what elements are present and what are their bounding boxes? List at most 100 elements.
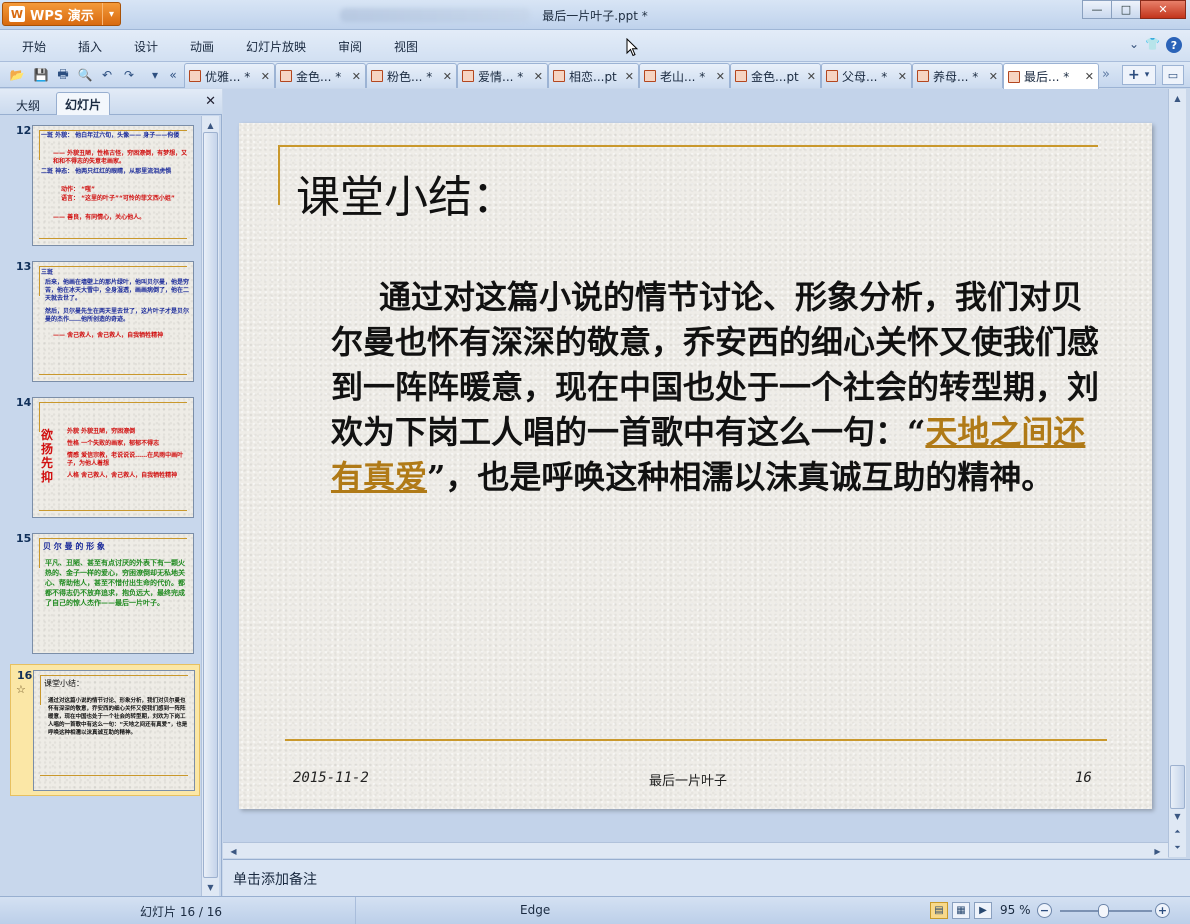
new-tab-button[interactable]: + ▾: [1122, 65, 1156, 85]
close-tab-icon[interactable]: ✕: [443, 70, 452, 83]
doc-tab-label: 老山... *: [660, 69, 706, 84]
customize-toolbar-icon[interactable]: ▾: [146, 66, 164, 84]
maximize-button[interactable]: □: [1111, 0, 1141, 19]
slide-thumbnail-12[interactable]: 12 一斑 外貌： 他白年过六旬，头像—— 身子——佝偻 —— 外貌丑陋，性格古…: [10, 120, 200, 252]
ppt-file-icon: [189, 70, 201, 82]
thumb-title: 课堂小结：: [44, 679, 84, 688]
scrollbar-thumb[interactable]: [1170, 765, 1185, 809]
collapse-ribbon-icon[interactable]: ⌄: [1129, 37, 1139, 53]
scroll-down-icon[interactable]: ▼: [1169, 809, 1186, 823]
close-tab-icon[interactable]: ✕: [1085, 70, 1094, 83]
print-preview-icon[interactable]: 🔍: [76, 66, 94, 84]
zoom-in-icon[interactable]: +: [1155, 903, 1170, 918]
scroll-right-icon[interactable]: ▶: [1149, 844, 1166, 858]
doc-tab[interactable]: 父母... * ✕: [821, 63, 912, 88]
open-folder-icon[interactable]: 📂: [8, 66, 26, 84]
slide-date: 2015-11-2: [293, 770, 369, 786]
save-icon[interactable]: 💾: [32, 66, 50, 84]
thumb-text: —— 舍己救人，舍己救人，自我牺牲精神: [53, 332, 164, 339]
doc-tab[interactable]: 相恋...pt ✕: [548, 63, 639, 88]
slide-counter: 幻灯片 16 / 16: [140, 905, 223, 919]
doc-tab[interactable]: 老山... * ✕: [639, 63, 730, 88]
slide-thumbnail-14[interactable]: 14 欲扬先抑 外貌 外貌丑陋，穷困潦倒 性格 一个失败的画家，郁郁不得志 情感…: [10, 392, 200, 524]
doc-tab[interactable]: 粉色... * ✕: [366, 63, 457, 88]
menu-review[interactable]: 审阅: [338, 38, 362, 55]
tab-outline[interactable]: 大纲: [8, 94, 48, 115]
thumb-rule: [39, 266, 187, 267]
doc-tab-label: 最后... *: [1024, 70, 1070, 84]
doc-tab-active[interactable]: 最后... * ✕: [1003, 63, 1099, 89]
thumb-text: 通过对这篇小说的情节讨论、形象分析，我们对贝尔曼也怀有深深的敬意，乔安西的细心关…: [48, 698, 188, 736]
help-icon[interactable]: ?: [1166, 37, 1182, 53]
close-tab-icon[interactable]: ✕: [534, 70, 543, 83]
thumb-text: 语言： “这里的叶子”“可怜的菲文西小姐”: [61, 195, 175, 202]
tab-slides[interactable]: 幻灯片: [56, 92, 111, 115]
slide-title[interactable]: 课堂小结：: [296, 161, 516, 225]
slide-thumbnail-13[interactable]: 13 三斑 后来，他画在墙壁上的那片绿叶，他叫贝尔曼，他是穷苦，他在冰天大雪中，…: [10, 256, 200, 388]
menu-design[interactable]: 设计: [134, 38, 158, 55]
redo-icon[interactable]: ↷: [120, 66, 138, 84]
close-tab-icon[interactable]: ✕: [261, 70, 270, 83]
normal-view-icon[interactable]: ▤: [930, 902, 948, 919]
doc-tab[interactable]: 养母... * ✕: [912, 63, 1003, 88]
doc-tab[interactable]: 金色... * ✕: [275, 63, 366, 88]
close-tab-icon[interactable]: ✕: [716, 70, 725, 83]
scroll-left-icon[interactable]: ◀: [225, 844, 242, 858]
thumb-text: 然后，贝尔曼先生在两天里去世了，这片叶子才是贝尔曼的杰作……他所创造的奇迹。: [45, 308, 190, 323]
slide-body-text[interactable]: 通过对这篇小说的情节讨论、形象分析，我们对贝尔曼也怀有深深的敬意，乔安西的细心关…: [331, 275, 1111, 500]
doc-tab[interactable]: 优雅... * ✕: [184, 63, 275, 88]
minimize-button[interactable]: —: [1082, 0, 1112, 19]
scrollbar-thumb[interactable]: [203, 132, 218, 878]
doc-tab[interactable]: 爱情... * ✕: [457, 63, 548, 88]
menu-bar: 开始 插入 设计 动画 幻灯片放映 审阅 视图 ⌄ 👕 ?: [0, 30, 1190, 62]
tab-list-icon[interactable]: ▭: [1162, 65, 1184, 85]
current-slide[interactable]: 课堂小结： 通过对这篇小说的情节讨论、形象分析，我们对贝尔曼也怀有深深的敬意，乔…: [239, 123, 1152, 809]
close-tab-icon[interactable]: ✕: [625, 70, 634, 83]
slideshow-view-icon[interactable]: ▶: [974, 902, 992, 919]
slide-sorter-view-icon[interactable]: ▦: [952, 902, 970, 919]
thumbnail-preview: 欲扬先抑 外貌 外貌丑陋，穷困潦倒 性格 一个失败的画家，郁郁不得志 情感 爱信…: [32, 397, 194, 518]
ppt-file-icon: [462, 70, 474, 82]
tab-scroll-right-icon[interactable]: »: [1102, 67, 1110, 82]
thumb-rule: [39, 266, 40, 296]
tab-scroll-left-icon[interactable]: «: [164, 66, 182, 84]
scroll-down-icon[interactable]: ▼: [202, 880, 219, 894]
close-tab-icon[interactable]: ✕: [352, 70, 361, 83]
thumb-rule: [39, 238, 187, 239]
menu-animation[interactable]: 动画: [190, 38, 214, 55]
menu-view[interactable]: 视图: [394, 38, 418, 55]
notes-pane[interactable]: 单击添加备注: [223, 859, 1190, 896]
doc-tab-label: 金色...pt: [751, 69, 799, 84]
undo-icon[interactable]: ↶: [98, 66, 116, 84]
main-horizontal-scrollbar[interactable]: ◀ ▶: [223, 842, 1168, 858]
menu-insert[interactable]: 插入: [78, 38, 102, 55]
main-vertical-scrollbar[interactable]: ▲ ▼ ⏶ ⏷: [1168, 89, 1186, 857]
menu-slideshow[interactable]: 幻灯片放映: [246, 38, 306, 55]
menu-home[interactable]: 开始: [22, 38, 46, 55]
slide-thumbnail-16[interactable]: 16 ☆ 课堂小结： 通过对这篇小说的情节讨论、形象分析，我们对贝尔曼也怀有深深…: [10, 664, 200, 796]
close-button[interactable]: ✕: [1140, 0, 1186, 19]
slide-top-rule: [278, 145, 1098, 147]
scroll-up-icon[interactable]: ▲: [202, 118, 219, 132]
close-tab-icon[interactable]: ✕: [898, 70, 907, 83]
previous-slide-icon[interactable]: ⏶: [1169, 825, 1186, 839]
doc-tab-label: 相恋...pt: [569, 69, 617, 84]
skin-icon[interactable]: 👕: [1145, 37, 1160, 53]
zoom-out-icon[interactable]: −: [1037, 903, 1052, 918]
thumb-rule: [39, 130, 40, 160]
close-tab-icon[interactable]: ✕: [989, 70, 998, 83]
print-icon[interactable]: 🖶: [54, 66, 72, 84]
ppt-file-icon: [553, 70, 565, 82]
slides-panel-scrollbar[interactable]: ▲ ▼: [201, 116, 219, 896]
slide-thumbnail-15[interactable]: 15 贝 尔 曼 的 形 象 平凡、丑陋、甚至有点讨厌的外表下有一颗火热的、金子…: [10, 528, 200, 660]
zoom-level[interactable]: 95 %: [1000, 903, 1031, 917]
doc-tab[interactable]: 金色...pt ✕: [730, 63, 821, 88]
close-panel-icon[interactable]: ✕: [205, 94, 216, 109]
next-slide-icon[interactable]: ⏷: [1169, 841, 1186, 855]
scroll-up-icon[interactable]: ▲: [1169, 91, 1186, 105]
thumb-text: 二斑 神态： 他两只红红的眼睛，从那里流泪虎惧: [41, 168, 172, 175]
animation-star-icon: ☆: [16, 683, 26, 696]
zoom-slider-knob[interactable]: [1098, 904, 1110, 918]
mouse-cursor-icon: [626, 38, 638, 57]
close-tab-icon[interactable]: ✕: [807, 70, 816, 83]
